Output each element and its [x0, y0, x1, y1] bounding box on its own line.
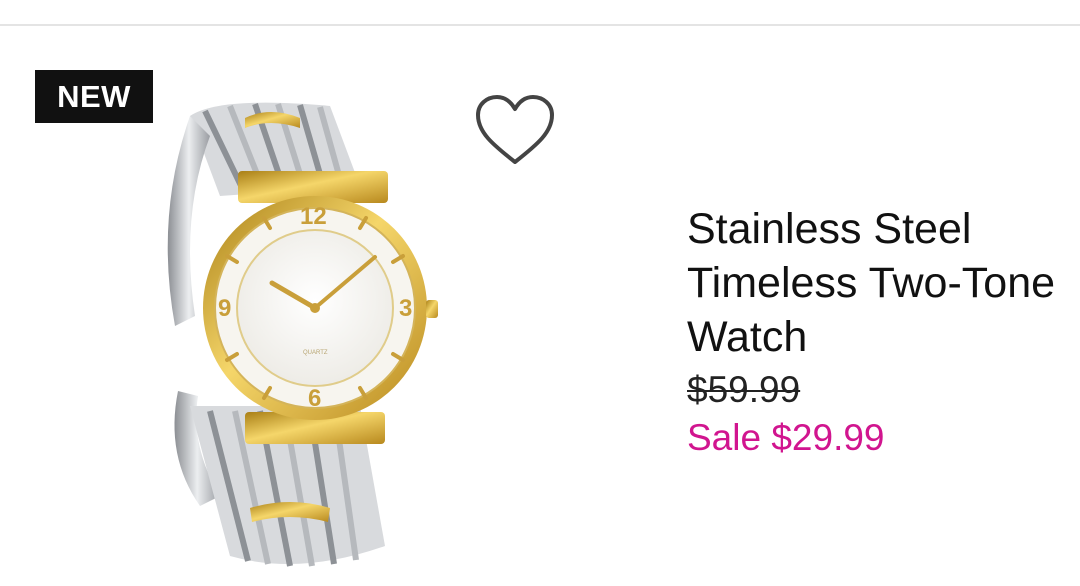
- svg-text:3: 3: [399, 295, 412, 322]
- svg-text:6: 6: [308, 385, 321, 412]
- product-image[interactable]: 12 3 6 9 QUARTZ: [150, 76, 490, 586]
- sale-price: Sale $29.99: [687, 417, 885, 458]
- heart-outline-icon[interactable]: [472, 92, 558, 170]
- svg-text:9: 9: [218, 295, 231, 322]
- product-info: Stainless Steel Timeless Two-Tone Watch …: [687, 202, 1080, 460]
- new-badge: NEW: [35, 70, 153, 123]
- svg-text:12: 12: [300, 203, 327, 230]
- product-title[interactable]: Stainless Steel Timeless Two-Tone Watch: [687, 202, 1080, 364]
- product-card[interactable]: NEW 12 3 6 9 QUARTZ Stainless Steel Time…: [0, 26, 1080, 586]
- original-price: $59.99: [687, 369, 801, 410]
- watch-crown: [426, 300, 438, 318]
- dial-brand: QUARTZ: [303, 350, 328, 356]
